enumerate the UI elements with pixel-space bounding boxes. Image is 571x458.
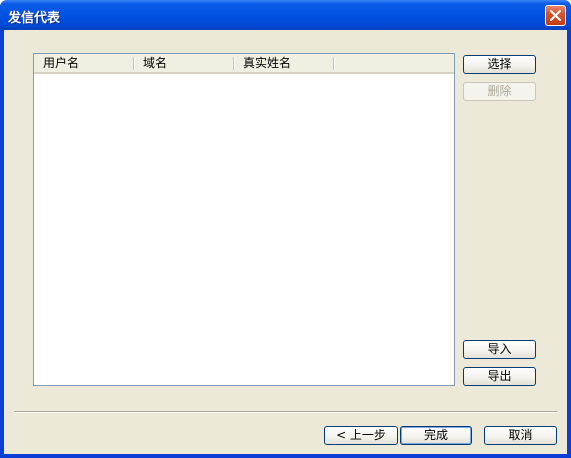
dialog-window: 发信代表 用户名 域名 真实姓名 选择 删除 导入 导出 < 上一步 完成 取消	[0, 0, 571, 458]
column-divider[interactable]	[333, 57, 335, 70]
back-button[interactable]: < 上一步	[324, 426, 398, 445]
select-button[interactable]: 选择	[463, 55, 536, 74]
footer-divider	[14, 411, 557, 413]
column-header-real-name[interactable]: 真实姓名	[234, 54, 334, 72]
list-header: 用户名 域名 真实姓名	[34, 54, 454, 74]
cancel-button[interactable]: 取消	[484, 426, 557, 445]
import-button[interactable]: 导入	[463, 340, 536, 359]
window-title: 发信代表	[8, 11, 61, 26]
finish-button[interactable]: 完成	[400, 426, 472, 445]
delete-button[interactable]: 删除	[463, 82, 536, 101]
title-bar[interactable]: 发信代表	[0, 0, 571, 30]
column-header-domain[interactable]: 域名	[134, 54, 234, 72]
close-icon	[550, 10, 561, 21]
dialog-client-area: 用户名 域名 真实姓名 选择 删除 导入 导出 < 上一步 完成 取消	[4, 30, 567, 454]
column-header-username[interactable]: 用户名	[34, 54, 134, 72]
close-button[interactable]	[545, 5, 566, 26]
delegate-list[interactable]: 用户名 域名 真实姓名	[33, 53, 455, 386]
export-button[interactable]: 导出	[463, 367, 536, 386]
